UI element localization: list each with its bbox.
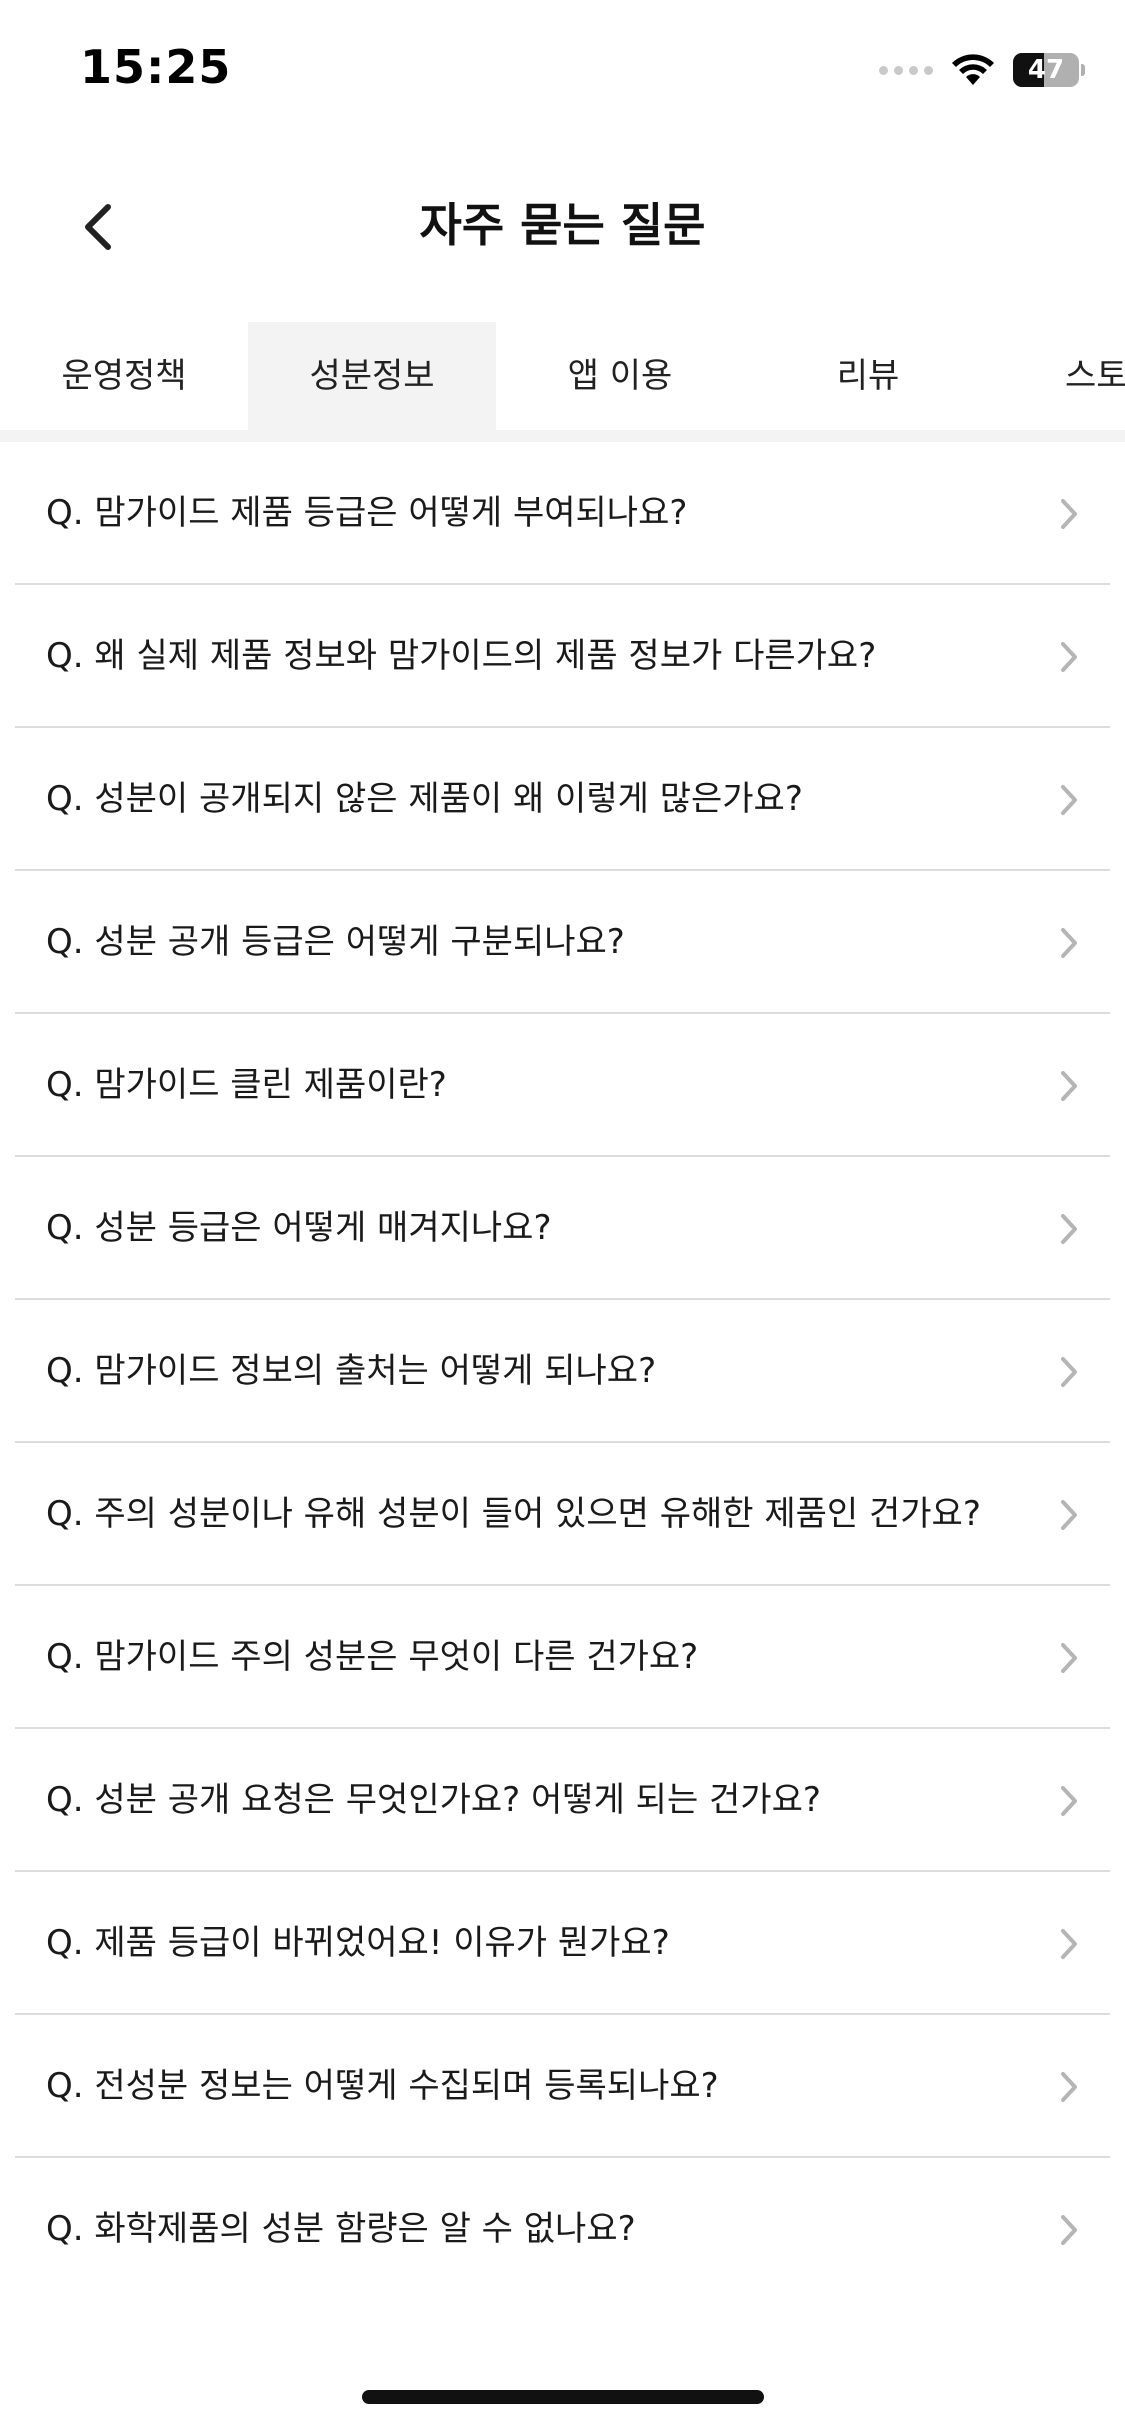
status-icons: 47 [879,48,1085,92]
faq-question: Q. 성분 공개 등급은 어떻게 구분되나요? [46,922,625,962]
faq-item[interactable]: Q. 성분 공개 등급은 어떻게 구분되나요? [15,871,1110,1014]
back-button[interactable] [80,192,160,262]
battery-icon: 47 [1013,53,1079,87]
faq-question: Q. 맘가이드 클린 제품이란? [46,1065,447,1105]
nav-bar: 자주 묻는 질문 [0,170,1125,280]
chevron-right-icon [1061,1786,1077,1816]
status-time: 15:25 [80,40,232,94]
chevron-right-icon [1061,1929,1077,1959]
faq-item[interactable]: Q. 성분 등급은 어떻게 매겨지나요? [15,1157,1110,1300]
tab-store[interactable]: 스토어 [1050,322,1125,430]
faq-question: Q. 제품 등급이 바뀌었어요! 이유가 뭔가요? [46,1923,670,1963]
chevron-right-icon [1061,499,1077,529]
faq-question: Q. 전성분 정보는 어떻게 수집되며 등록되나요? [46,2066,719,2106]
wifi-icon [951,53,995,87]
home-indicator[interactable] [362,2390,764,2404]
faq-item[interactable]: Q. 화학제품의 성분 함량은 알 수 없나요? [15,2158,1110,2301]
faq-question: Q. 맘가이드 정보의 출처는 어떻게 되나요? [46,1351,657,1391]
faq-question: Q. 맘가이드 제품 등급은 어떻게 부여되나요? [46,493,688,533]
faq-item[interactable]: Q. 성분 공개 요청은 무엇인가요? 어떻게 되는 건가요? [15,1729,1110,1872]
tab-review[interactable]: 리뷰 [744,322,992,430]
faq-list: Q. 맘가이드 제품 등급은 어떻게 부여되나요? Q. 왜 실제 제품 정보와… [0,442,1125,2301]
faq-item[interactable]: Q. 왜 실제 제품 정보와 맘가이드의 제품 정보가 다른가요? [15,585,1110,728]
chevron-right-icon [1061,1357,1077,1387]
faq-item[interactable]: Q. 맘가이드 정보의 출처는 어떻게 되나요? [15,1300,1110,1443]
faq-item[interactable]: Q. 제품 등급이 바뀌었어요! 이유가 뭔가요? [15,1872,1110,2015]
chevron-right-icon [1061,2072,1077,2102]
chevron-right-icon [1061,1643,1077,1673]
faq-question: Q. 화학제품의 성분 함량은 알 수 없나요? [46,2209,636,2249]
page-title: 자주 묻는 질문 [419,198,706,252]
faq-question: Q. 성분 공개 요청은 무엇인가요? 어떻게 되는 건가요? [46,1780,821,1820]
faq-question: Q. 성분이 공개되지 않은 제품이 왜 이렇게 많은가요? [46,779,803,819]
faq-item[interactable]: Q. 전성분 정보는 어떻게 수집되며 등록되나요? [15,2015,1110,2158]
chevron-right-icon [1061,928,1077,958]
cellular-signal-icon [879,65,933,75]
faq-question: Q. 왜 실제 제품 정보와 맘가이드의 제품 정보가 다른가요? [46,636,877,676]
tab-operating-policy[interactable]: 운영정책 [0,322,248,430]
chevron-right-icon [1061,642,1077,672]
faq-question: Q. 맘가이드 주의 성분은 무엇이 다른 건가요? [46,1637,699,1677]
tab-app-usage[interactable]: 앱 이용 [496,322,744,430]
faq-item[interactable]: Q. 맘가이드 클린 제품이란? [15,1014,1110,1157]
tab-divider [0,430,1125,442]
chevron-right-icon [1061,2215,1077,2245]
tab-ingredient-info[interactable]: 성분정보 [248,322,496,430]
status-bar: 15:25 47 [0,0,1125,140]
chevron-right-icon [1061,1214,1077,1244]
faq-item[interactable]: Q. 주의 성분이나 유해 성분이 들어 있으면 유해한 제품인 건가요? [15,1443,1110,1586]
faq-item[interactable]: Q. 성분이 공개되지 않은 제품이 왜 이렇게 많은가요? [15,728,1110,871]
faq-item[interactable]: Q. 맘가이드 제품 등급은 어떻게 부여되나요? [15,442,1110,585]
faq-item[interactable]: Q. 맘가이드 주의 성분은 무엇이 다른 건가요? [15,1586,1110,1729]
faq-question: Q. 주의 성분이나 유해 성분이 들어 있으면 유해한 제품인 건가요? [46,1494,981,1534]
chevron-right-icon [1061,785,1077,815]
chevron-right-icon [1061,1071,1077,1101]
faq-question: Q. 성분 등급은 어떻게 매겨지나요? [46,1208,552,1248]
chevron-right-icon [1061,1500,1077,1530]
battery-tip [1081,64,1085,76]
chevron-left-icon [85,204,111,250]
category-tab-bar: 운영정책 성분정보 앱 이용 리뷰 스토어 [0,322,1125,430]
battery-level: 47 [1027,55,1065,85]
